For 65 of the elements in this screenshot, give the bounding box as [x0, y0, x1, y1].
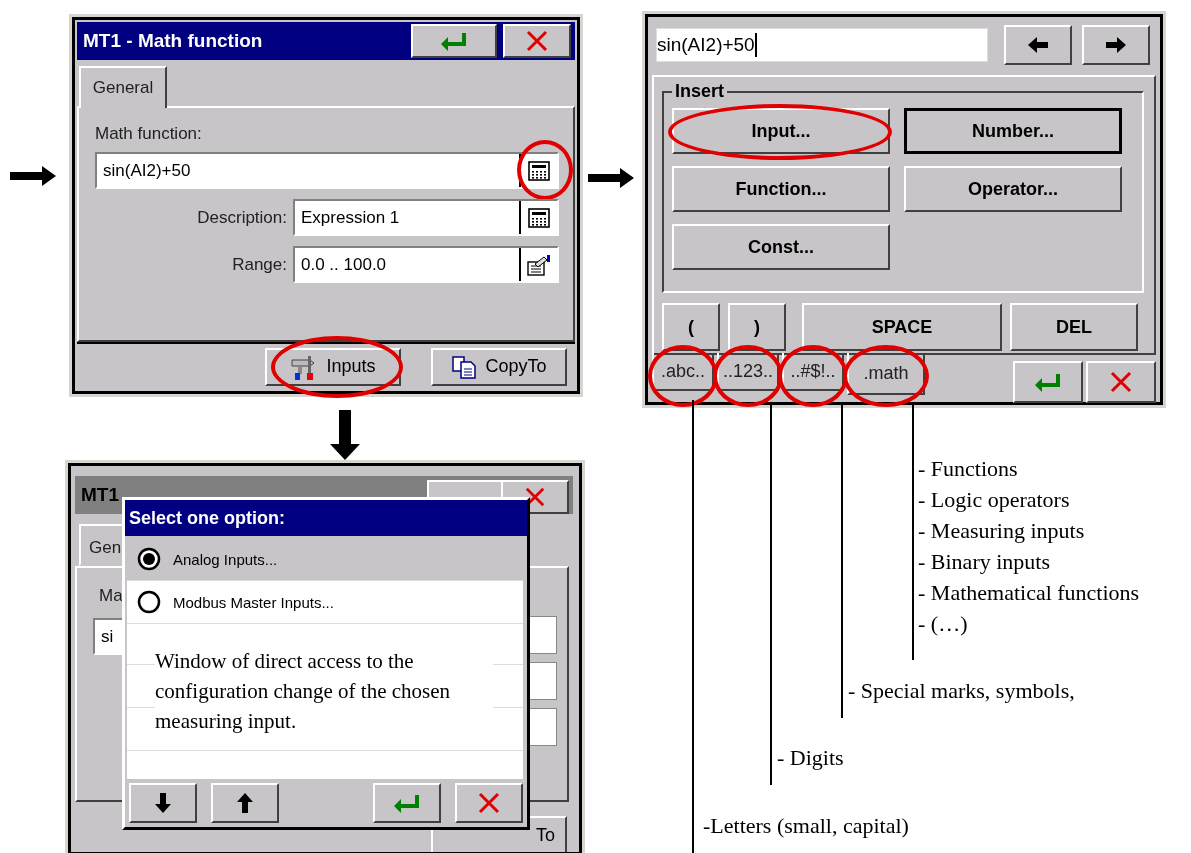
inputs-button[interactable]: Inputs	[265, 347, 401, 386]
annotation-text: - Binary inputs	[918, 548, 1051, 576]
annotation-text: - Functions	[918, 455, 1019, 483]
key-button[interactable]: )	[728, 303, 786, 351]
field-label: Math function:	[95, 124, 203, 144]
enter-button[interactable]	[373, 783, 441, 823]
annotation-text: - (…)	[918, 610, 969, 638]
keyboard-tab[interactable]: .math	[847, 353, 926, 395]
key-button[interactable]: DEL	[1010, 303, 1138, 351]
input-field[interactable]: 0.0 .. 100.0	[293, 246, 559, 283]
insert-button[interactable]: Function...	[672, 166, 890, 212]
keyboard-tab[interactable]: .abc..	[652, 353, 714, 391]
field-label: Ma	[99, 586, 123, 606]
close-button[interactable]	[503, 24, 571, 58]
window-title: MT1 - Math function	[82, 30, 264, 52]
field-label: Range:	[231, 254, 287, 275]
enter-icon	[393, 793, 421, 813]
input-field[interactable]: sin(AI2)+50	[95, 152, 559, 189]
enter-icon	[1034, 372, 1062, 392]
cursor-right-button[interactable]	[1082, 25, 1150, 65]
right-arrow-icon	[587, 168, 635, 188]
expression-field[interactable]: sin(AI2)+50	[656, 28, 988, 62]
window-title: MT1	[80, 484, 119, 506]
radio-button-icon	[137, 590, 161, 614]
field-label: Description:	[196, 207, 287, 228]
up-arrow-icon	[237, 793, 253, 813]
annotation-text: - Special marks, symbols,	[848, 677, 1075, 705]
close-icon	[525, 29, 549, 53]
option-item[interactable]: Analog Inputs...	[127, 538, 523, 581]
radio-button-icon	[137, 547, 161, 571]
insert-button[interactable]: Number...	[904, 108, 1122, 154]
insert-button[interactable]: Operator...	[904, 166, 1122, 212]
close-icon	[1109, 370, 1133, 394]
group-title: Insert	[674, 81, 726, 102]
cursor-left-button[interactable]	[1004, 25, 1072, 65]
close-icon	[524, 486, 546, 508]
insert-button[interactable]: Const...	[672, 224, 890, 270]
keyboard-tab[interactable]: ..#$!..	[782, 353, 845, 391]
right-arrow-icon	[10, 166, 56, 186]
close-button[interactable]	[1086, 361, 1156, 403]
key-button[interactable]: SPACE	[802, 303, 1002, 351]
close-icon	[477, 791, 501, 815]
keyboard-tab[interactable]: ..123..	[717, 353, 780, 391]
close-button[interactable]	[455, 783, 523, 823]
enter-icon	[440, 31, 468, 51]
enter-button[interactable]	[1013, 361, 1083, 403]
option-item[interactable]: Modbus Master Inputs...	[127, 581, 523, 624]
dialog-title: Select one option:	[125, 500, 527, 536]
annotation-text: - Measuring inputs	[918, 517, 1086, 545]
move-down-button[interactable]	[129, 783, 197, 823]
enter-button[interactable]	[411, 24, 497, 58]
copy-icon	[451, 354, 478, 379]
key-button[interactable]: (	[662, 303, 720, 351]
annotation-text: - Mathematical functions	[918, 579, 1140, 607]
general-tab[interactable]: General	[79, 66, 167, 108]
move-up-button[interactable]	[211, 783, 279, 823]
left-arrow-icon	[1028, 37, 1048, 53]
annotation-text: - Logic operators	[918, 486, 1071, 514]
annotation-text: -Letters (small, capital)	[703, 812, 909, 840]
input-field[interactable]: Expression 1	[293, 199, 559, 236]
annotation-text: - Digits	[777, 744, 844, 772]
insert-button[interactable]: Input...	[672, 108, 890, 154]
down-arrow-icon	[155, 793, 171, 813]
right-arrow-icon	[1106, 37, 1126, 53]
copy-to-button[interactable]: CopyTo	[431, 347, 567, 386]
